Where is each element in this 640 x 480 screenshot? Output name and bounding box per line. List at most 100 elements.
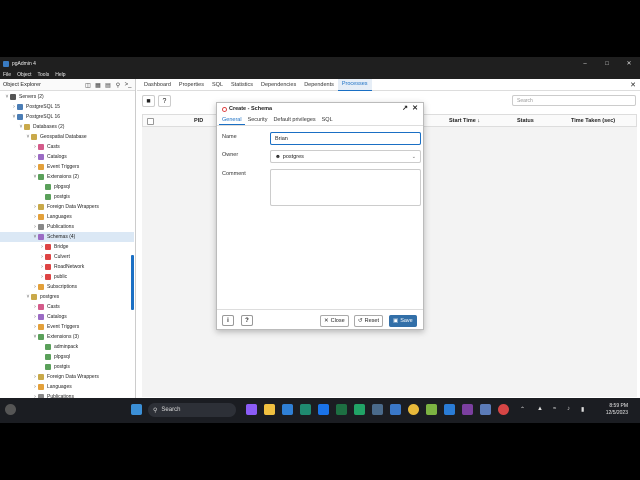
delete-icon[interactable]: ■: [142, 95, 155, 107]
col-pid[interactable]: PID: [194, 118, 203, 124]
qgis-icon[interactable]: [426, 404, 437, 415]
tree-item[interactable]: ˅ Databases (2): [0, 122, 134, 132]
dialog-tab-general[interactable]: General: [219, 115, 245, 125]
dialog-close-icon[interactable]: ✕: [410, 104, 420, 112]
tree-item[interactable]: › Event Triggers: [0, 162, 134, 172]
help-icon[interactable]: ?: [158, 95, 171, 107]
view-icon[interactable]: ▤: [103, 81, 113, 89]
network-icon[interactable]: ▲: [537, 406, 543, 412]
close-panel-icon[interactable]: ✕: [630, 81, 636, 89]
tree-item[interactable]: › PostgreSQL 15: [0, 102, 134, 112]
browser-icon[interactable]: [498, 404, 509, 415]
info-icon[interactable]: i: [222, 315, 234, 326]
tree-item[interactable]: › Catalogs: [0, 312, 134, 322]
dialog-tab-security[interactable]: Security: [245, 115, 271, 125]
table-icon[interactable]: ▦: [93, 81, 103, 89]
menu-file[interactable]: File: [3, 72, 11, 78]
tree-item[interactable]: › Publications: [0, 222, 134, 232]
tree-node-icon: [38, 314, 44, 320]
visual-studio-icon[interactable]: [462, 404, 473, 415]
database-icon[interactable]: ◫: [83, 81, 93, 89]
tree-item[interactable]: › Foreign Data Wrappers: [0, 202, 134, 212]
tree-node-icon: [31, 134, 37, 140]
maximize-icon[interactable]: □: [596, 57, 618, 70]
file-explorer-icon[interactable]: [264, 404, 275, 415]
tree-item[interactable]: › Culvert: [0, 252, 134, 262]
tree-item[interactable]: › Casts: [0, 302, 134, 312]
menu-object[interactable]: Object: [17, 72, 31, 78]
dialog-tab-default-privileges[interactable]: Default privileges: [270, 115, 318, 125]
tree-item[interactable]: ˅ Servers (2): [0, 92, 134, 102]
tree-item[interactable]: postgis: [0, 362, 134, 372]
save-button[interactable]: ▣ Save: [389, 315, 417, 327]
tree-item[interactable]: plpgsql: [0, 182, 134, 192]
pgadmin-taskbar-icon[interactable]: [390, 404, 401, 415]
tab-dependents[interactable]: Dependents: [300, 79, 338, 91]
chevron-up-icon[interactable]: ⌃: [520, 406, 525, 413]
tree-item[interactable]: › Subscriptions: [0, 282, 134, 292]
close-button[interactable]: ✕ Close: [320, 315, 349, 327]
excel-icon[interactable]: [336, 404, 347, 415]
vscode-icon[interactable]: [444, 404, 455, 415]
battery-icon[interactable]: ▮: [581, 406, 584, 413]
reset-button[interactable]: ↺ Reset: [354, 315, 383, 327]
tree-item[interactable]: › Languages: [0, 382, 134, 392]
tree-item[interactable]: › Bridge: [0, 242, 134, 252]
owner-select[interactable]: ☻ postgres ⌄: [270, 150, 421, 163]
volume-icon[interactable]: ♪: [567, 406, 570, 412]
processes-search-input[interactable]: Search: [512, 95, 636, 106]
edge-icon[interactable]: [300, 404, 311, 415]
tree-item[interactable]: › Catalogs: [0, 152, 134, 162]
tree-item[interactable]: ˅ Extensions (2): [0, 172, 134, 182]
chrome-icon[interactable]: [408, 404, 419, 415]
col-start-time[interactable]: Start Time ↓: [449, 118, 480, 124]
tab-properties[interactable]: Properties: [175, 79, 208, 91]
start-icon[interactable]: [131, 404, 142, 415]
comment-textarea[interactable]: [270, 169, 421, 206]
settings-app-icon[interactable]: [372, 404, 383, 415]
col-status[interactable]: Status: [517, 118, 534, 124]
clock[interactable]: 8:59 PM 12/5/2023: [606, 403, 628, 417]
weather-icon[interactable]: [5, 404, 16, 415]
dialog-tab-sql[interactable]: SQL: [319, 115, 336, 125]
meet-icon[interactable]: [246, 404, 257, 415]
pgadmin-active-icon[interactable]: [480, 404, 491, 415]
tab-sql[interactable]: SQL: [208, 79, 227, 91]
tab-dependencies[interactable]: Dependencies: [257, 79, 300, 91]
taskbar-search[interactable]: ⚲ Search: [148, 403, 236, 417]
close-window-icon[interactable]: ✕: [618, 57, 640, 70]
app-icon[interactable]: [318, 404, 329, 415]
tree-item-label: RoadNetwork: [54, 264, 85, 270]
search-icon[interactable]: ⚲: [113, 81, 123, 89]
select-all-checkbox[interactable]: [147, 118, 154, 125]
tree-item[interactable]: › public: [0, 272, 134, 282]
tree-item[interactable]: › Foreign Data Wrappers: [0, 372, 134, 382]
menu-tools[interactable]: Tools: [38, 72, 50, 78]
terminal-icon[interactable]: >_: [123, 81, 133, 89]
tree-item[interactable]: adminpack: [0, 342, 134, 352]
tree-item[interactable]: › Languages: [0, 212, 134, 222]
tree-item[interactable]: ˅ Schemas (4): [0, 232, 134, 242]
tree-item[interactable]: ˅ postgres: [0, 292, 134, 302]
col-time-taken[interactable]: Time Taken (sec): [571, 118, 615, 124]
dialog-help-icon[interactable]: ?: [241, 315, 253, 326]
spreadsheet-icon[interactable]: [354, 404, 365, 415]
explorer-scrollbar[interactable]: [131, 255, 134, 310]
minimize-icon[interactable]: –: [574, 57, 596, 70]
tab-dashboard[interactable]: Dashboard: [140, 79, 175, 91]
tree-item[interactable]: › Event Triggers: [0, 322, 134, 332]
tree-item[interactable]: ˅ PostgreSQL 16: [0, 112, 134, 122]
mail-icon[interactable]: [282, 404, 293, 415]
tree-item[interactable]: postgis: [0, 192, 134, 202]
tab-statistics[interactable]: Statistics: [227, 79, 257, 91]
expand-icon[interactable]: ↗: [400, 104, 410, 112]
tree-item[interactable]: › Casts: [0, 142, 134, 152]
tree-item[interactable]: ˅ Extensions (3): [0, 332, 134, 342]
wifi-icon[interactable]: ≈: [553, 406, 556, 412]
tree-item[interactable]: plpgsql: [0, 352, 134, 362]
menu-help[interactable]: Help: [55, 72, 65, 78]
tree-item[interactable]: › RoadNetwork: [0, 262, 134, 272]
tree-item[interactable]: ˅ Geospatial Database: [0, 132, 134, 142]
name-field[interactable]: Brian: [270, 132, 421, 145]
tab-processes[interactable]: Processes: [337, 78, 372, 91]
